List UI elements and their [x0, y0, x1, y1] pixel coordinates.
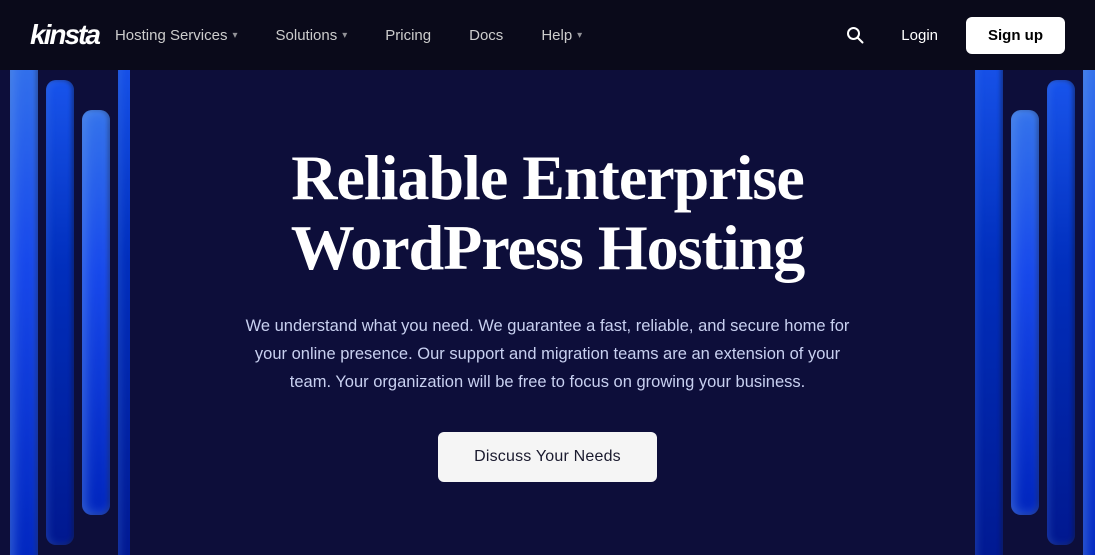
- signup-button[interactable]: Sign up: [966, 17, 1065, 54]
- left-pillars-decoration: [0, 70, 130, 555]
- navbar: kinsta Hosting Services ▾ Solutions ▾ Pr…: [0, 0, 1095, 70]
- hero-content: Reliable Enterprise WordPress Hosting We…: [218, 143, 878, 482]
- logo-text: kinsta: [30, 19, 99, 51]
- hero-subtitle: We understand what you need. We guarante…: [238, 312, 858, 396]
- chevron-down-icon: ▾: [342, 30, 347, 41]
- pillar-right-3: [1047, 80, 1075, 545]
- search-button[interactable]: [837, 17, 873, 53]
- nav-links: Hosting Services ▾ Solutions ▾ Pricing D…: [99, 19, 837, 52]
- chevron-down-icon: ▾: [577, 30, 582, 41]
- nav-item-hosting-services[interactable]: Hosting Services ▾: [99, 19, 254, 52]
- right-pillars-decoration: [965, 70, 1095, 555]
- search-icon: [845, 25, 865, 45]
- nav-item-help[interactable]: Help ▾: [525, 19, 598, 52]
- pillar-right-1: [975, 70, 1003, 555]
- cta-button[interactable]: Discuss Your Needs: [438, 432, 657, 482]
- nav-item-solutions[interactable]: Solutions ▾: [260, 19, 364, 52]
- pillar-left-1: [10, 70, 38, 555]
- pillar-left-4: [118, 70, 130, 555]
- pillar-right-2: [1011, 110, 1039, 515]
- hero-section: Reliable Enterprise WordPress Hosting We…: [0, 70, 1095, 555]
- pillar-right-4: [1083, 70, 1095, 555]
- hero-title: Reliable Enterprise WordPress Hosting: [238, 143, 858, 284]
- chevron-down-icon: ▾: [232, 30, 237, 41]
- nav-actions: Login Sign up: [837, 17, 1065, 54]
- pillar-left-3: [82, 110, 110, 515]
- nav-item-docs[interactable]: Docs: [453, 19, 519, 52]
- login-button[interactable]: Login: [889, 19, 950, 52]
- pillar-left-2: [46, 80, 74, 545]
- nav-item-pricing[interactable]: Pricing: [369, 19, 447, 52]
- logo[interactable]: kinsta: [30, 19, 99, 51]
